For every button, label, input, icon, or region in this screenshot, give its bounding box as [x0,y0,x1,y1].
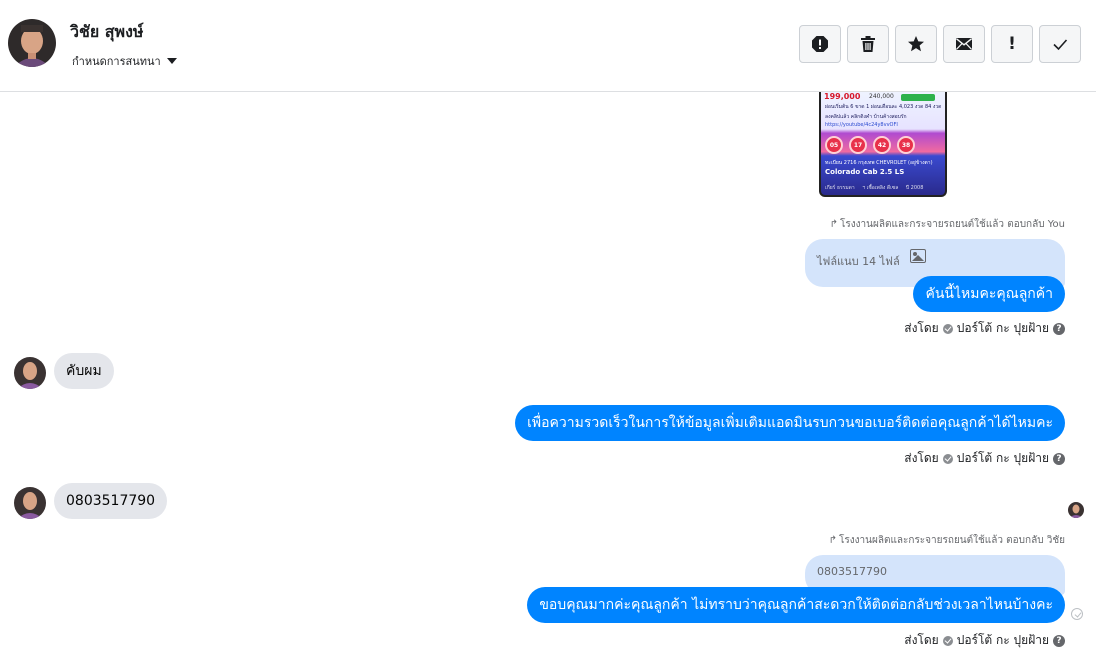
envelope-icon [956,38,972,50]
check-icon [1053,39,1068,51]
quoted-text: 0803517790 [817,565,887,578]
sent-by-line: ส่งโดย ปอร์โต้ กะ ปุยฝ้าย ? [904,319,1065,338]
mark-spam-button[interactable] [799,25,841,63]
sent-by-line: ส่งโดย ปอร์โต้ กะ ปุยฝ้าย ? [904,449,1065,468]
card-line-1: ผ่อนเริ่มต้น 6 ขาด 1 ผ่อนเดือนละ 4,023 ง… [825,104,942,110]
conversation-toolbar: ! [799,25,1081,63]
caret-down-icon [166,58,177,64]
sent-by-line: ส่งโดย ปอร์โต้ กะ ปุยฝ้าย ? [904,631,1065,650]
sent-by-label: ส่งโดย [904,451,939,465]
conversation-header: วิชัย สุพงษ์ กำหนดการสนทนา ! [0,0,1096,92]
exclamation-icon: ! [1008,34,1016,54]
image-icon [909,249,926,263]
sent-by-name[interactable]: ปอร์โต้ กะ ปุยฝ้าย [957,319,1049,338]
help-icon[interactable]: ? [1053,634,1065,647]
outgoing-message[interactable]: ขอบคุณมากค่ะคุณลูกค้า ไม่ทราบว่าคุณลูกค้… [527,587,1065,623]
customer-avatar-small[interactable] [14,487,46,519]
card-footer-mid: ฯ เชื้อเพลิง ดีเซล [862,185,899,191]
card-ball: 42 [873,136,891,154]
card-footer-right: ปี 2008 [905,185,924,191]
card-line-2: ลงคลิปแล้ว คลิกดิงคำ บ้านค้างสอบรัก [825,114,907,120]
outgoing-message[interactable]: เพื่อความรวดเร็วในการให้ข้อมูลเพิ่มเติมแ… [515,405,1065,441]
card-ball: 38 [897,136,915,154]
outgoing-message[interactable]: คันนี้ไหมคะคุณลูกค้า [913,276,1065,312]
assign-conversation-dropdown[interactable]: กำหนดการสนทนา [72,52,177,70]
delivered-icon [1071,608,1083,620]
product-card-image[interactable]: 199,000 240,000 ผ่อนเริ่มต้น 6 ขาด 1 ผ่อ… [819,92,947,197]
seen-avatar [1068,502,1084,518]
verified-icon [942,635,953,646]
card-old-price: 240,000 [869,93,894,100]
incoming-message[interactable]: คับผม [54,353,114,389]
help-icon[interactable]: ? [1053,322,1065,335]
follow-up-button[interactable]: ! [991,25,1033,63]
help-icon[interactable]: ? [1053,452,1065,465]
assign-conversation-label: กำหนดการสนทนา [72,55,161,68]
verified-icon [942,323,953,334]
reply-arrow-icon: ↱ [829,219,839,230]
card-footer-left: เกียร์ ธรรมดา [825,185,855,191]
mark-unread-button[interactable] [943,25,985,63]
reply-context-note: ↱ โรงงานผลิตและกระจายรถยนต์ใช้แล้ว ตอบกล… [829,533,1065,548]
customer-avatar[interactable] [8,19,56,67]
card-line-4: ทะเบียน 2716 กรุงเทพ CHEVROLET (อยู่ข้าง… [825,160,933,166]
reply-arrow-icon: ↱ [828,535,837,546]
mark-done-button[interactable] [1039,25,1081,63]
thread-scrollbar[interactable] [1088,92,1096,659]
reply-context-text: โรงงานผลิตและกระจายรถยนต์ใช้แล้ว ตอบกลับ… [840,219,1065,230]
customer-name: วิชัย สุพงษ์ [70,22,144,41]
sent-by-label: ส่งโดย [904,321,939,335]
trash-icon [861,36,875,52]
customer-avatar-small[interactable] [14,357,46,389]
card-ball: 05 [825,136,843,154]
spam-alert-icon [812,36,828,52]
quoted-text: ไฟล์แนบ 14 ไฟล์ [817,255,900,268]
sent-by-name[interactable]: ปอร์โต้ กะ ปุยฝ้าย [957,631,1049,650]
star-icon [908,36,924,52]
incoming-message[interactable]: 0803517790 [54,483,168,519]
card-price: 199,000 [824,92,861,101]
reply-context-note: ↱ โรงงานผลิตและกระจายรถยนต์ใช้แล้ว ตอบกล… [830,217,1065,232]
card-model: Colorado Cab 2.5 LS [825,168,905,176]
card-number-balls: 05 17 42 38 [825,136,915,154]
reply-context-text: โรงงานผลิตและกระจายรถยนต์ใช้แล้ว ตอบกลับ… [839,535,1065,546]
sent-by-name[interactable]: ปอร์โต้ กะ ปุยฝ้าย [957,449,1049,468]
sent-by-label: ส่งโดย [904,633,939,647]
card-footer: เกียร์ ธรรมดา ฯ เชื้อเพลิง ดีเซล ปี 2008 [825,184,923,192]
card-tag [901,94,935,101]
verified-icon [942,453,953,464]
card-ball: 17 [849,136,867,154]
delete-button[interactable] [847,25,889,63]
star-button[interactable] [895,25,937,63]
card-line-3: https://youtube/4c24y8vvOFI [825,122,898,128]
